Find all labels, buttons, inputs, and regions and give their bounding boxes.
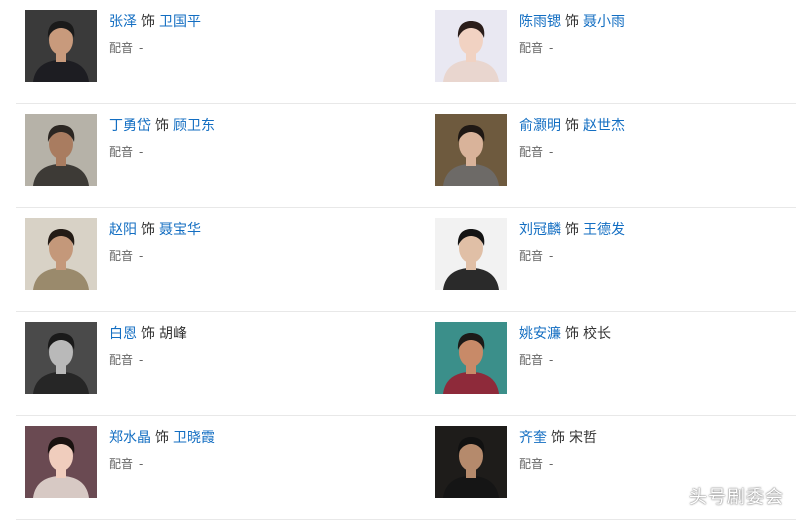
plays-label: 饰 [565,118,579,134]
dubbing-label: 配音 [519,249,544,263]
actor-name-link[interactable]: 刘冠麟 [519,222,561,238]
plays-label: 饰 [565,326,579,342]
cast-card[interactable]: 姚安濂饰校长 配音 - [435,322,796,394]
cast-name-line: 姚安濂饰校长 [519,324,611,344]
role-name: 宋哲 [569,430,597,446]
actor-photo[interactable] [435,114,507,186]
actor-name-link[interactable]: 郑水晶 [109,430,151,446]
actor-photo[interactable] [435,10,507,82]
cast-card[interactable]: 丁勇岱饰顾卫东 配音 - [25,114,405,186]
actor-photo[interactable] [435,426,507,498]
cast-row: 丁勇岱饰顾卫东 配音 - 俞灏明饰赵世杰 配音 - [16,104,796,208]
actor-name-link[interactable]: 姚安濂 [519,326,561,342]
cast-name-line: 丁勇岱饰顾卫东 [109,116,215,136]
actor-name-link[interactable]: 陈雨锶 [519,14,561,30]
cast-row: 郑水晶饰卫晓霞 配音 - 齐奎饰宋哲 配音 - [16,416,796,520]
cast-card[interactable]: 郑水晶饰卫晓霞 配音 - [25,426,405,498]
cast-name-line: 陈雨锶饰聂小雨 [519,12,625,32]
actor-photo[interactable] [25,218,97,290]
dubbing-label: 配音 [109,249,134,263]
plays-label: 饰 [141,14,155,30]
dubbing-line: 配音 - [519,455,553,473]
dubbing-label: 配音 [519,145,544,159]
actor-photo[interactable] [25,114,97,186]
role-name: 胡峰 [159,326,187,342]
actor-photo[interactable] [25,426,97,498]
dubbing-line: 配音 - [109,455,143,473]
cast-grid: 张泽饰卫国平 配音 - 陈雨锶饰聂小雨 配音 - 丁勇岱饰顾卫东 配音 - 俞灏明饰赵世杰 配音 - 赵… [16,0,796,520]
cast-name-line: 郑水晶饰卫晓霞 [109,428,215,448]
cast-row: 赵阳饰聂宝华 配音 - 刘冠麟饰王德发 配音 - [16,208,796,312]
cast-row: 白恩饰胡峰 配音 - 姚安濂饰校长 配音 - [16,312,796,416]
actor-photo[interactable] [25,10,97,82]
dubbing-value: - [549,353,554,367]
dubbing-value: - [549,145,554,159]
cast-name-line: 齐奎饰宋哲 [519,428,597,448]
dubbing-value: - [549,41,554,55]
dubbing-label: 配音 [109,457,134,471]
dubbing-value: - [139,249,144,263]
plays-label: 饰 [141,326,155,342]
dubbing-value: - [139,145,144,159]
role-name-link[interactable]: 卫晓霞 [173,430,215,446]
actor-name-link[interactable]: 白恩 [109,326,137,342]
actor-photo[interactable] [435,322,507,394]
watermark: 头号剧委会 [689,487,784,508]
cast-row: 张泽饰卫国平 配音 - 陈雨锶饰聂小雨 配音 - [16,0,796,104]
dubbing-label: 配音 [519,41,544,55]
cast-card[interactable]: 俞灏明饰赵世杰 配音 - [435,114,796,186]
cast-name-line: 俞灏明饰赵世杰 [519,116,625,136]
plays-label: 饰 [141,222,155,238]
plays-label: 饰 [565,222,579,238]
dubbing-label: 配音 [109,353,134,367]
dubbing-label: 配音 [109,41,134,55]
cast-card[interactable]: 赵阳饰聂宝华 配音 - [25,218,405,290]
dubbing-line: 配音 - [109,143,143,161]
dubbing-line: 配音 - [519,39,553,57]
actor-name-link[interactable]: 赵阳 [109,222,137,238]
actor-photo[interactable] [25,322,97,394]
dubbing-line: 配音 - [109,351,143,369]
role-name-link[interactable]: 卫国平 [159,14,201,30]
actor-photo[interactable] [435,218,507,290]
actor-name-link[interactable]: 张泽 [109,14,137,30]
cast-name-line: 赵阳饰聂宝华 [109,220,201,240]
dubbing-label: 配音 [109,145,134,159]
dubbing-line: 配音 - [519,351,553,369]
dubbing-line: 配音 - [109,247,143,265]
plays-label: 饰 [155,118,169,134]
dubbing-value: - [139,353,144,367]
role-name-link[interactable]: 王德发 [583,222,625,238]
cast-card[interactable]: 刘冠麟饰王德发 配音 - [435,218,796,290]
dubbing-line: 配音 - [519,143,553,161]
dubbing-line: 配音 - [109,39,143,57]
cast-name-line: 张泽饰卫国平 [109,12,201,32]
cast-name-line: 白恩饰胡峰 [109,324,187,344]
dubbing-value: - [139,457,144,471]
role-name: 校长 [583,326,611,342]
role-name-link[interactable]: 赵世杰 [583,118,625,134]
role-name-link[interactable]: 聂宝华 [159,222,201,238]
dubbing-value: - [549,457,554,471]
dubbing-value: - [139,41,144,55]
cast-card[interactable]: 白恩饰胡峰 配音 - [25,322,405,394]
dubbing-label: 配音 [519,353,544,367]
plays-label: 饰 [551,430,565,446]
cast-card[interactable]: 张泽饰卫国平 配音 - [25,10,405,82]
dubbing-line: 配音 - [519,247,553,265]
cast-card[interactable]: 陈雨锶饰聂小雨 配音 - [435,10,796,82]
actor-name-link[interactable]: 俞灏明 [519,118,561,134]
dubbing-label: 配音 [519,457,544,471]
role-name-link[interactable]: 聂小雨 [583,14,625,30]
cast-name-line: 刘冠麟饰王德发 [519,220,625,240]
plays-label: 饰 [155,430,169,446]
role-name-link[interactable]: 顾卫东 [173,118,215,134]
actor-name-link[interactable]: 齐奎 [519,430,547,446]
plays-label: 饰 [565,14,579,30]
dubbing-value: - [549,249,554,263]
actor-name-link[interactable]: 丁勇岱 [109,118,151,134]
